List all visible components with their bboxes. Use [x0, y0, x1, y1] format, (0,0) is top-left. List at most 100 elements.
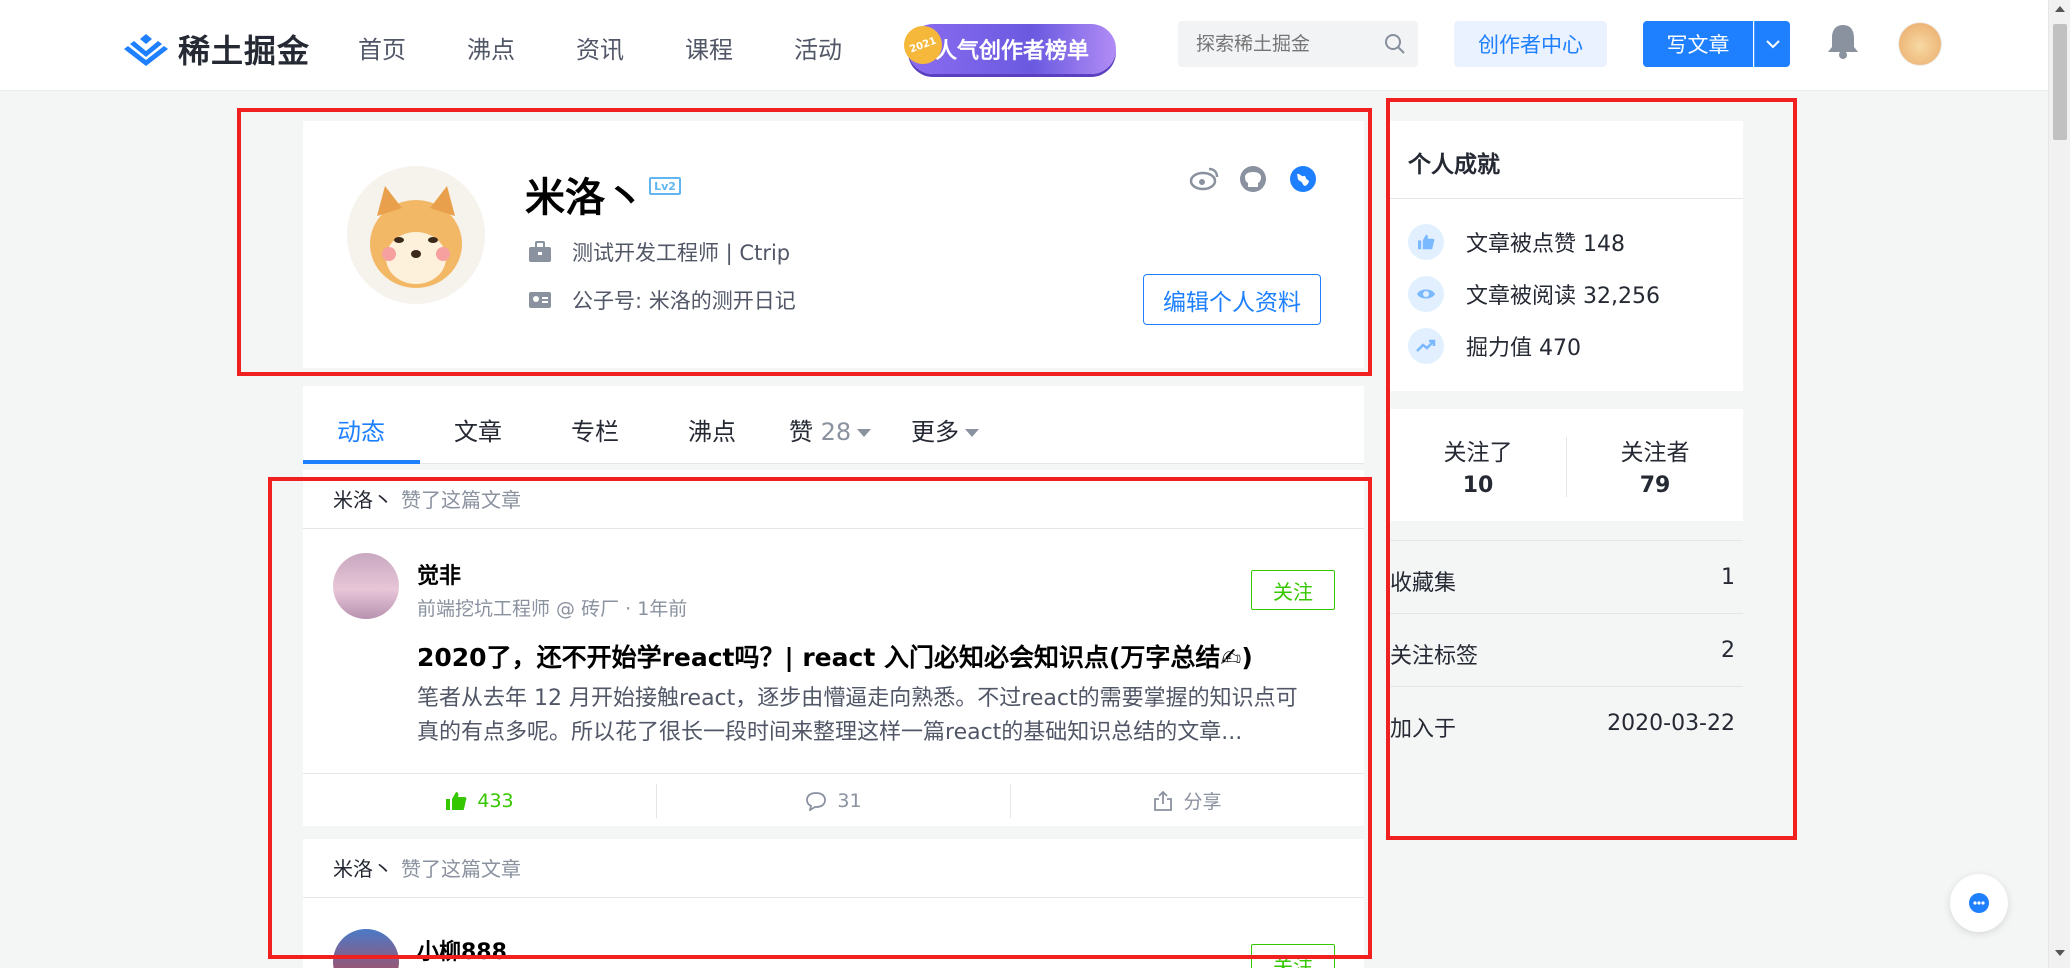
- tab-likes[interactable]: 赞 28: [789, 412, 872, 447]
- achievement-power: 掘力值 470: [1408, 328, 1581, 364]
- logo-text: 稀土掘金: [178, 32, 311, 70]
- nav-courses[interactable]: 课程: [685, 30, 733, 65]
- tab-likes-label: 赞: [789, 418, 813, 446]
- eye-icon: [1408, 276, 1444, 312]
- user-avatar[interactable]: [1898, 22, 1942, 66]
- divider: [303, 897, 1364, 898]
- chat-button[interactable]: [1950, 874, 2008, 932]
- article-excerpt[interactable]: 笔者从去年 12 月开始接触react，逐步由懵逼走向熟悉。不过react的需要…: [417, 682, 1317, 750]
- divider: [303, 528, 1364, 529]
- profile-card: 米洛丶 Lv2 测试开发工程师 | Ctrip 公子号: 米洛的测开日记 编辑个…: [303, 121, 1364, 368]
- website-globe-icon[interactable]: [1289, 165, 1317, 193]
- share-label: 分享: [1183, 791, 1222, 813]
- achievement-power-text: 掘力值 470: [1466, 336, 1581, 361]
- tab-pins[interactable]: 沸点: [688, 412, 736, 447]
- feed-item: 米洛丶 赞了这篇文章 觉非 前端挖坑工程师 @ 砖厂 · 1年前 关注 2020了…: [303, 470, 1364, 826]
- nav-home[interactable]: 首页: [358, 30, 406, 65]
- comment-count: 31: [837, 789, 862, 812]
- follow-stats-card: 关注了 10 关注者 79: [1390, 409, 1743, 521]
- chevron-down-icon: [1765, 40, 1780, 49]
- stat-joined: 加入于 2020-03-22: [1390, 686, 1743, 759]
- achievement-reads-text: 文章被阅读 32,256: [1466, 284, 1660, 309]
- tab-more-label: 更多: [911, 418, 959, 446]
- search-icon[interactable]: [1384, 33, 1406, 55]
- search-input[interactable]: [1178, 21, 1378, 67]
- like-button[interactable]: 433: [303, 774, 656, 827]
- divider: [1390, 198, 1743, 199]
- edit-profile-button[interactable]: 编辑个人资料: [1143, 274, 1321, 325]
- feed-action: 赞了这篇文章: [401, 857, 521, 881]
- nav-pins[interactable]: 沸点: [467, 30, 515, 65]
- followers-stat[interactable]: 关注者 79: [1567, 433, 1743, 498]
- achievement-reads: 文章被阅读 32,256: [1408, 276, 1660, 312]
- stat-followed-tags[interactable]: 关注标签 2: [1390, 613, 1743, 686]
- profile-stats-list: 收藏集 1 关注标签 2 加入于 2020-03-22: [1390, 540, 1743, 759]
- author-avatar[interactable]: [333, 553, 399, 619]
- share-button[interactable]: 分享: [1011, 774, 1364, 827]
- active-tab-indicator: [303, 460, 420, 464]
- feed-actor[interactable]: 米洛丶: [333, 857, 393, 881]
- briefcase-icon: [529, 241, 551, 262]
- search-box: [1178, 21, 1418, 67]
- job-title: 测试开发工程师 | Ctrip: [572, 241, 791, 265]
- stat-collections[interactable]: 收藏集 1: [1390, 540, 1743, 613]
- thumbs-up-icon: [446, 791, 467, 810]
- stat-value: 1: [1721, 565, 1735, 590]
- feed-activity-header: 米洛丶 赞了这篇文章: [333, 853, 521, 882]
- feed-action: 赞了这篇文章: [401, 488, 521, 512]
- author-name[interactable]: 觉非: [417, 558, 461, 590]
- caret-down-icon: [965, 429, 979, 437]
- level-badge: Lv2: [649, 177, 681, 195]
- scroll-thumb[interactable]: [2053, 24, 2067, 140]
- author-name[interactable]: 小柳888: [417, 934, 507, 966]
- page-scrollbar[interactable]: [2048, 0, 2070, 968]
- stat-value: 2: [1721, 638, 1735, 663]
- share-icon: [1154, 790, 1173, 811]
- caret-down-icon: [857, 429, 872, 437]
- follow-button[interactable]: 关注: [1251, 944, 1335, 968]
- followers-count: 79: [1639, 473, 1671, 498]
- nav-news[interactable]: 资讯: [576, 30, 624, 65]
- profile-tabs: 动态 文章 专栏 沸点 赞 28 更多: [303, 386, 1364, 464]
- scroll-up-arrow-icon[interactable]: [2055, 6, 2065, 12]
- profile-username: 米洛丶: [525, 175, 645, 221]
- author-avatar[interactable]: [333, 929, 399, 968]
- tab-activity[interactable]: 动态: [337, 412, 385, 447]
- scroll-down-arrow-icon[interactable]: [2055, 950, 2065, 956]
- feed-activity-header: 米洛丶 赞了这篇文章: [333, 484, 521, 513]
- creator-ranking-banner[interactable]: 2021 人气创作者榜单: [898, 20, 1116, 74]
- stat-key: 收藏集: [1390, 571, 1457, 596]
- bio-text: 公子号: 米洛的测开日记: [572, 289, 796, 313]
- following-label: 关注了: [1443, 440, 1513, 466]
- follow-button[interactable]: 关注: [1251, 570, 1335, 610]
- thumbs-up-icon: [1408, 224, 1444, 260]
- bell-icon[interactable]: [1826, 22, 1860, 60]
- achievements-title: 个人成就: [1408, 152, 1500, 178]
- achievement-likes-text: 文章被点赞 148: [1466, 232, 1625, 257]
- achievements-card: 个人成就 文章被点赞 148 文章被阅读 32,256 掘力值 470: [1390, 121, 1743, 391]
- nav-events[interactable]: 活动: [794, 30, 842, 65]
- top-header: 稀土掘金 首页 沸点 资讯 课程 活动 2021 人气创作者榜单 创作者中心 写…: [0, 0, 2048, 91]
- weibo-icon[interactable]: [1189, 165, 1219, 191]
- site-logo[interactable]: 稀土掘金: [124, 26, 310, 72]
- following-stat[interactable]: 关注了 10: [1390, 433, 1566, 498]
- id-card-icon: [529, 292, 551, 308]
- juejin-logo-icon: [124, 34, 168, 66]
- comment-button[interactable]: 31: [657, 774, 1010, 827]
- tab-articles[interactable]: 文章: [454, 412, 502, 447]
- feed-item: 米洛丶 赞了这篇文章 小柳888 关注: [303, 839, 1364, 968]
- shiba-avatar-icon: [370, 186, 462, 288]
- job-line: 测试开发工程师 | Ctrip: [528, 237, 790, 267]
- tab-more[interactable]: 更多: [911, 412, 979, 447]
- write-article-button[interactable]: 写文章: [1643, 21, 1753, 67]
- github-icon[interactable]: [1239, 165, 1267, 193]
- write-menu-toggle[interactable]: [1754, 21, 1790, 67]
- feed-actor[interactable]: 米洛丶: [333, 488, 393, 512]
- following-count: 10: [1462, 473, 1494, 498]
- tab-columns[interactable]: 专栏: [571, 412, 619, 447]
- creator-center-button[interactable]: 创作者中心: [1454, 21, 1607, 67]
- article-title[interactable]: 2020了，还不开始学react吗？| react 入门必知必会知识点(万字总结…: [417, 638, 1253, 674]
- chat-bubble-icon: [1969, 893, 1989, 913]
- achievement-likes: 文章被点赞 148: [1408, 224, 1625, 260]
- author-meta: 前端挖坑工程师 @ 砖厂 · 1年前: [417, 598, 688, 620]
